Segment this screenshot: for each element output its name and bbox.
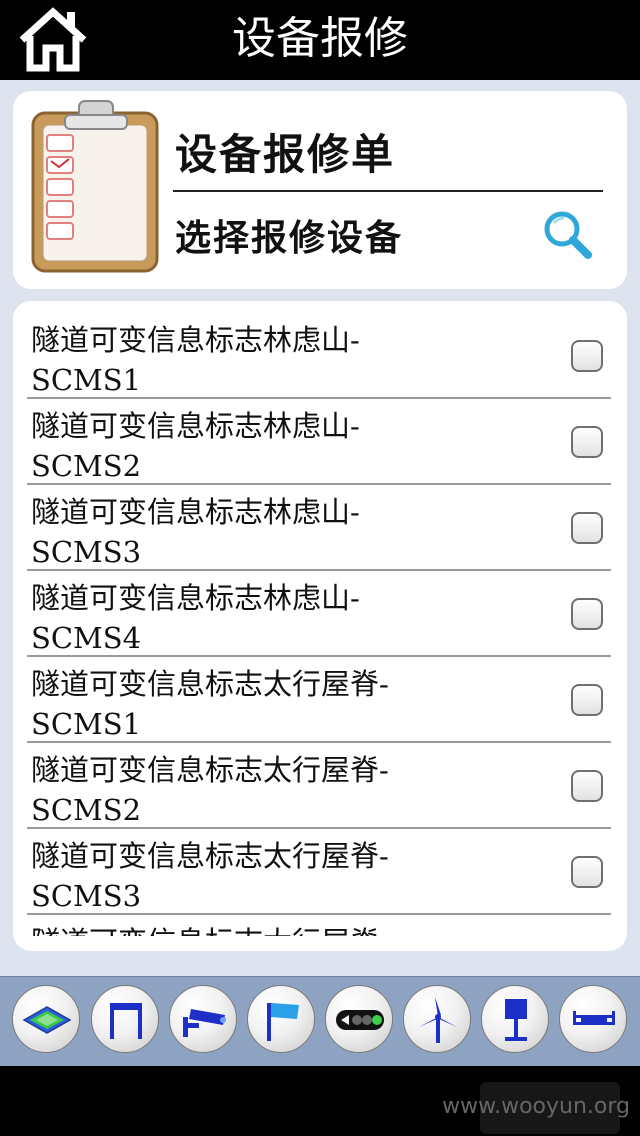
barrier-icon (573, 1011, 615, 1025)
tool-gantry-button[interactable] (91, 985, 159, 1053)
page-title: 设备报修 (232, 13, 408, 64)
device-list-item[interactable]: 隧道可变信息标志太行屋脊- SCMS1 (27, 657, 611, 743)
device-list-card: 隧道可变信息标志林虑山- SCMS1 隧道可变信息标志林虑山- SCMS2 隧道可变信息… (13, 301, 627, 951)
tool-traffic-light-button[interactable] (325, 985, 393, 1053)
device-type-toolbar (0, 976, 640, 1066)
select-device-label[interactable]: 选择报修设备 (175, 209, 403, 261)
device-list-item[interactable]: 隧道可变信息标志林虑山- SCMS2 (27, 399, 611, 485)
device-checkbox[interactable] (571, 340, 603, 372)
device-name: 隧道可变信息标志林虑山- SCMS3 (31, 492, 551, 572)
search-icon (544, 211, 592, 259)
device-list-item[interactable]: 隧道可变信息标志太行屋脊- SCMS2 (27, 743, 611, 829)
tool-sign-post-button[interactable] (481, 985, 549, 1053)
device-name-line2: SCMS1 (31, 707, 142, 741)
watermark-text: www.wooyun.org (442, 1094, 630, 1119)
device-name-line1: 隧道可变信息标志太行屋脊 (31, 922, 551, 936)
device-name-line2: SCMS3 (31, 879, 142, 913)
device-name: 隧道可变信息标志林虑山- SCMS2 (31, 406, 551, 486)
layers-icon (22, 1006, 72, 1034)
device-name: 隧道可变信息标志太行屋脊- SCMS2 (31, 750, 551, 830)
bottom-bar: www.wooyun.org (0, 1066, 640, 1136)
device-checkbox[interactable] (571, 770, 603, 802)
device-name-line1: 隧道可变信息标志林虑山- (31, 495, 360, 529)
device-name-line2: SCMS2 (31, 449, 142, 483)
device-name: 隧道可变信息标志林虑山- SCMS4 (31, 578, 551, 658)
sign-post-icon (505, 999, 527, 1041)
device-checkbox[interactable] (571, 856, 603, 888)
wind-turbine-icon (419, 997, 457, 1043)
search-button[interactable] (540, 207, 596, 263)
device-name-line2: SCMS2 (31, 793, 142, 827)
device-list[interactable]: 隧道可变信息标志林虑山- SCMS1 隧道可变信息标志林虑山- SCMS2 隧道可变信息… (27, 313, 611, 936)
device-name-line1: 隧道可变信息标志林虑山- (31, 323, 360, 357)
device-checkbox[interactable] (571, 512, 603, 544)
flag-icon (267, 1003, 299, 1041)
device-checkbox[interactable] (571, 684, 603, 716)
device-name-line1: 隧道可变信息标志林虑山- (31, 409, 360, 443)
gantry-icon (110, 1003, 142, 1039)
device-name-line2: SCMS1 (31, 363, 142, 397)
device-list-item[interactable]: 隧道可变信息标志林虑山- SCMS1 (27, 313, 611, 399)
device-name: 隧道可变信息标志林虑山- SCMS1 (31, 320, 551, 400)
device-name-line1: 隧道可变信息标志太行屋脊- (31, 839, 389, 873)
device-list-item[interactable]: 隧道可变信息标志太行屋脊 (27, 915, 611, 936)
clipboard-icon (31, 100, 159, 273)
repair-form-card: 设备报修单 选择报修设备 (13, 91, 627, 289)
device-name-line1: 隧道可变信息标志太行屋脊- (31, 667, 389, 701)
device-checkbox[interactable] (571, 426, 603, 458)
device-name: 隧道可变信息标志太行屋脊 (31, 922, 551, 936)
tool-layers-button[interactable] (12, 985, 80, 1053)
form-title: 设备报修单 (175, 130, 396, 179)
device-list-item[interactable]: 隧道可变信息标志林虑山- SCMS3 (27, 485, 611, 571)
device-list-item[interactable]: 隧道可变信息标志太行屋脊- SCMS3 (27, 829, 611, 915)
title-divider (173, 190, 603, 192)
device-name-line2: SCMS4 (31, 621, 142, 655)
device-name: 隧道可变信息标志太行屋脊- SCMS1 (31, 664, 551, 744)
tool-barrier-button[interactable] (559, 985, 627, 1053)
device-name-line2: SCMS3 (31, 535, 142, 569)
tool-flag-button[interactable] (247, 985, 315, 1053)
device-list-item[interactable]: 隧道可变信息标志林虑山- SCMS4 (27, 571, 611, 657)
device-checkbox[interactable] (571, 598, 603, 630)
tool-camera-button[interactable] (169, 985, 237, 1053)
device-name-line1: 隧道可变信息标志林虑山- (31, 581, 360, 615)
device-name-line1: 隧道可变信息标志太行屋脊- (31, 753, 389, 787)
device-name: 隧道可变信息标志太行屋脊- SCMS3 (31, 836, 551, 916)
tool-wind-turbine-button[interactable] (403, 985, 471, 1053)
title-bar: 设备报修 (0, 0, 640, 80)
camera-icon (183, 1009, 226, 1037)
traffic-light-icon (336, 1010, 384, 1030)
